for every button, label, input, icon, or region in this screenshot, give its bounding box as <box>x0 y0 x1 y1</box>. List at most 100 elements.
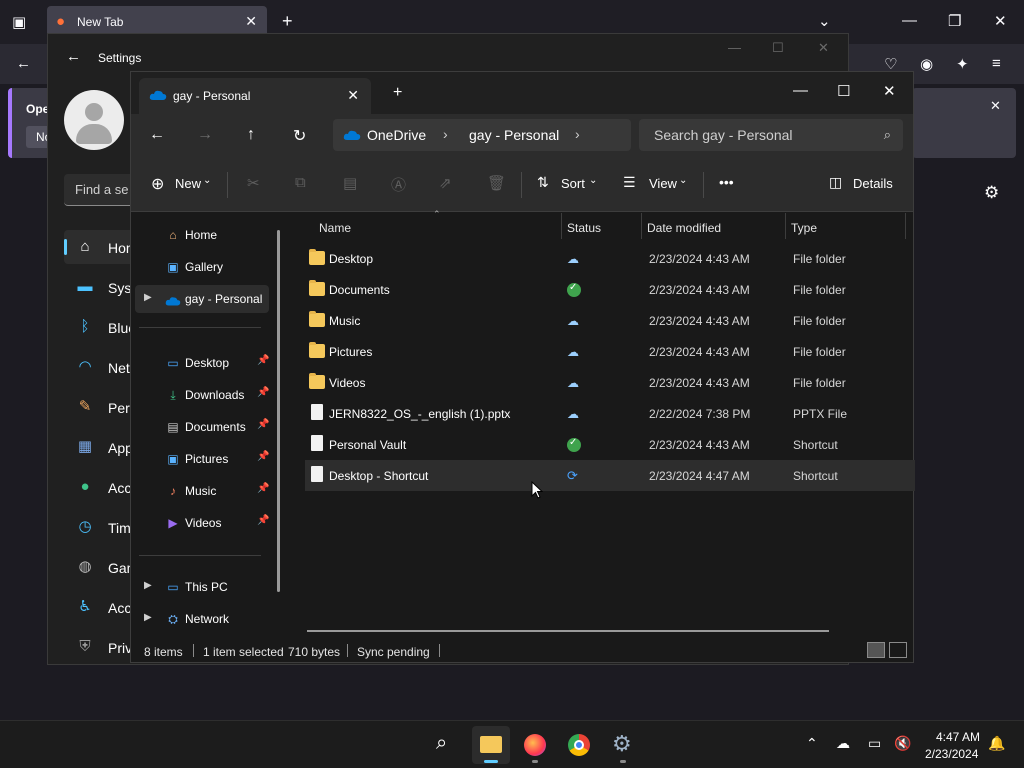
nav-item-pictures[interactable]: ▣ Pictures 📌 <box>135 445 269 473</box>
chevron-right-icon[interactable]: ▶ <box>144 612 152 623</box>
clock-time[interactable]: 4:47 AM <box>936 730 980 744</box>
back-arrow-icon[interactable]: ← <box>149 126 165 144</box>
close-icon[interactable]: ✕ <box>994 12 1007 30</box>
chevron-down-icon[interactable]: ⌄ <box>679 175 687 186</box>
minimize-icon[interactable]: — <box>902 12 917 29</box>
chevron-right-icon[interactable]: ▶ <box>144 292 152 303</box>
breadcrumb-onedrive[interactable]: OneDrive <box>367 127 426 143</box>
chevron-down-icon[interactable]: ⌄ <box>203 175 211 186</box>
back-arrow-icon[interactable]: ← <box>16 55 31 72</box>
nav-item-gay-personal[interactable]: ▶ gay - Personal <box>135 285 269 313</box>
tiles-view-icon[interactable] <box>889 642 907 658</box>
copy-icon[interactable]: ⧉ <box>295 174 306 191</box>
maximize-icon[interactable]: ☐ <box>837 82 850 100</box>
details-button[interactable]: Details <box>853 176 893 191</box>
column-divider[interactable] <box>561 213 562 239</box>
search-button[interactable]: ⌕ <box>428 726 466 764</box>
nav-item-home[interactable]: ⌂ Home <box>135 221 269 249</box>
display-icon[interactable]: ▭ <box>868 735 881 752</box>
horizontal-scrollbar[interactable] <box>307 630 829 632</box>
clock-date[interactable]: 2/23/2024 <box>925 747 978 761</box>
maximize-icon[interactable]: ☐ <box>772 40 784 56</box>
view-button[interactable]: View <box>649 176 677 191</box>
menu-icon[interactable]: ≡ <box>992 55 1001 72</box>
onedrive-tray-icon[interactable]: ☁ <box>836 735 850 752</box>
minimize-icon[interactable]: — <box>793 82 808 99</box>
close-icon[interactable]: ✕ <box>818 40 829 56</box>
paste-icon[interactable]: ▤ <box>343 174 357 192</box>
table-row[interactable]: Pictures ☁ 2/23/2024 4:43 AM File folder <box>305 336 915 367</box>
back-arrow-icon[interactable]: ← <box>66 48 81 65</box>
chevron-right-icon[interactable]: › <box>443 126 448 142</box>
breadcrumb[interactable]: OneDrive › gay - Personal › <box>333 119 631 151</box>
table-row[interactable]: JERN8322_OS_-_english (1).pptx ☁ 2/22/20… <box>305 398 915 429</box>
sort-button[interactable]: Sort <box>561 176 585 191</box>
new-tab-plus-icon[interactable]: + <box>282 11 293 32</box>
chevron-up-icon[interactable]: ⌃ <box>806 735 818 752</box>
up-arrow-icon[interactable]: ↑ <box>247 126 255 144</box>
new-tab-plus-icon[interactable]: + <box>393 84 402 102</box>
share-icon[interactable]: ⇗ <box>439 174 452 192</box>
breadcrumb-gay-personal[interactable]: gay - Personal <box>469 127 559 143</box>
column-header-type[interactable]: Type <box>791 221 817 235</box>
column-divider[interactable] <box>905 213 906 239</box>
account-icon[interactable]: ◉ <box>920 55 933 73</box>
avatar[interactable] <box>64 90 124 150</box>
cut-icon[interactable]: ✂ <box>247 174 260 192</box>
pin-icon[interactable]: 📌 <box>257 451 269 462</box>
new-button[interactable]: New <box>175 176 201 191</box>
column-header-status[interactable]: Status <box>567 221 601 235</box>
pin-icon[interactable]: 📌 <box>257 483 269 494</box>
column-header-date-modified[interactable]: Date modified <box>647 221 721 235</box>
nav-item-desktop[interactable]: ▭ Desktop 📌 <box>135 349 269 377</box>
nav-item-this-pc[interactable]: ▶ ▭ This PC <box>135 573 269 601</box>
pin-icon[interactable]: 📌 <box>257 387 269 398</box>
column-header-name[interactable]: Name <box>319 221 351 235</box>
pin-icon[interactable]: 📌 <box>257 515 269 526</box>
table-row-selected[interactable]: Desktop - Shortcut ⟳ 2/23/2024 4:47 AM S… <box>305 460 915 491</box>
search-input[interactable]: Search gay - Personal ⌕ <box>639 119 903 151</box>
explorer-tab[interactable]: gay - Personal ✕ <box>139 78 371 114</box>
chevron-down-icon[interactable]: ⌄ <box>818 12 831 30</box>
extensions-icon[interactable]: ✦ <box>956 55 969 73</box>
column-divider[interactable] <box>641 213 642 239</box>
nav-item-network[interactable]: ▶ ⛭ Network <box>135 605 269 633</box>
nav-item-gallery[interactable]: ▣ Gallery <box>135 253 269 281</box>
details-view-icon[interactable] <box>867 642 885 658</box>
taskbar-settings[interactable]: ⚙ <box>604 726 642 764</box>
table-row[interactable]: Desktop ☁ 2/23/2024 4:43 AM File folder <box>305 243 915 274</box>
chevron-right-icon[interactable]: › <box>575 126 580 142</box>
chevron-down-icon[interactable]: ⌄ <box>589 175 597 186</box>
maximize-icon[interactable]: ❐ <box>948 12 961 30</box>
forward-arrow-icon[interactable]: → <box>197 126 213 144</box>
nav-item-documents[interactable]: ▤ Documents 📌 <box>135 413 269 441</box>
gear-icon[interactable]: ⚙ <box>984 183 999 203</box>
notification-bell-icon[interactable]: 🔔 <box>988 735 1005 752</box>
volume-muted-icon[interactable]: 🔇 <box>894 735 911 752</box>
table-row[interactable]: Documents 2/23/2024 4:43 AM File folder <box>305 274 915 305</box>
close-icon[interactable]: ✕ <box>883 82 896 100</box>
table-row[interactable]: Videos ☁ 2/23/2024 4:43 AM File folder <box>305 367 915 398</box>
rename-icon[interactable]: Ⓐ <box>391 174 406 195</box>
table-row[interactable]: Music ☁ 2/23/2024 4:43 AM File folder <box>305 305 915 336</box>
table-row[interactable]: Personal Vault 2/23/2024 4:43 AM Shortcu… <box>305 429 915 460</box>
more-options-icon[interactable]: ••• <box>719 174 734 190</box>
chevron-right-icon[interactable]: ▶ <box>144 580 152 591</box>
taskbar-chrome[interactable] <box>560 726 598 764</box>
pin-icon[interactable]: 📌 <box>257 355 269 366</box>
taskbar-file-explorer[interactable] <box>472 726 510 764</box>
nav-item-music[interactable]: ♪ Music 📌 <box>135 477 269 505</box>
column-divider[interactable] <box>785 213 786 239</box>
close-tab-icon[interactable]: ✕ <box>245 13 257 30</box>
tab-list-icon[interactable]: ▣ <box>12 13 26 31</box>
delete-icon[interactable]: 🗑 <box>487 174 506 192</box>
nav-pane-scrollbar[interactable] <box>277 230 280 592</box>
close-tab-icon[interactable]: ✕ <box>347 87 359 104</box>
nav-item-downloads[interactable]: ⤓ Downloads 📌 <box>135 381 269 409</box>
nav-item-videos[interactable]: ▶ Videos 📌 <box>135 509 269 537</box>
close-notice-icon[interactable]: ✕ <box>990 98 1001 114</box>
taskbar-firefox[interactable] <box>516 726 554 764</box>
pin-icon[interactable]: 📌 <box>257 419 269 430</box>
refresh-icon[interactable]: ↻ <box>293 126 306 146</box>
minimize-icon[interactable]: — <box>728 40 741 55</box>
